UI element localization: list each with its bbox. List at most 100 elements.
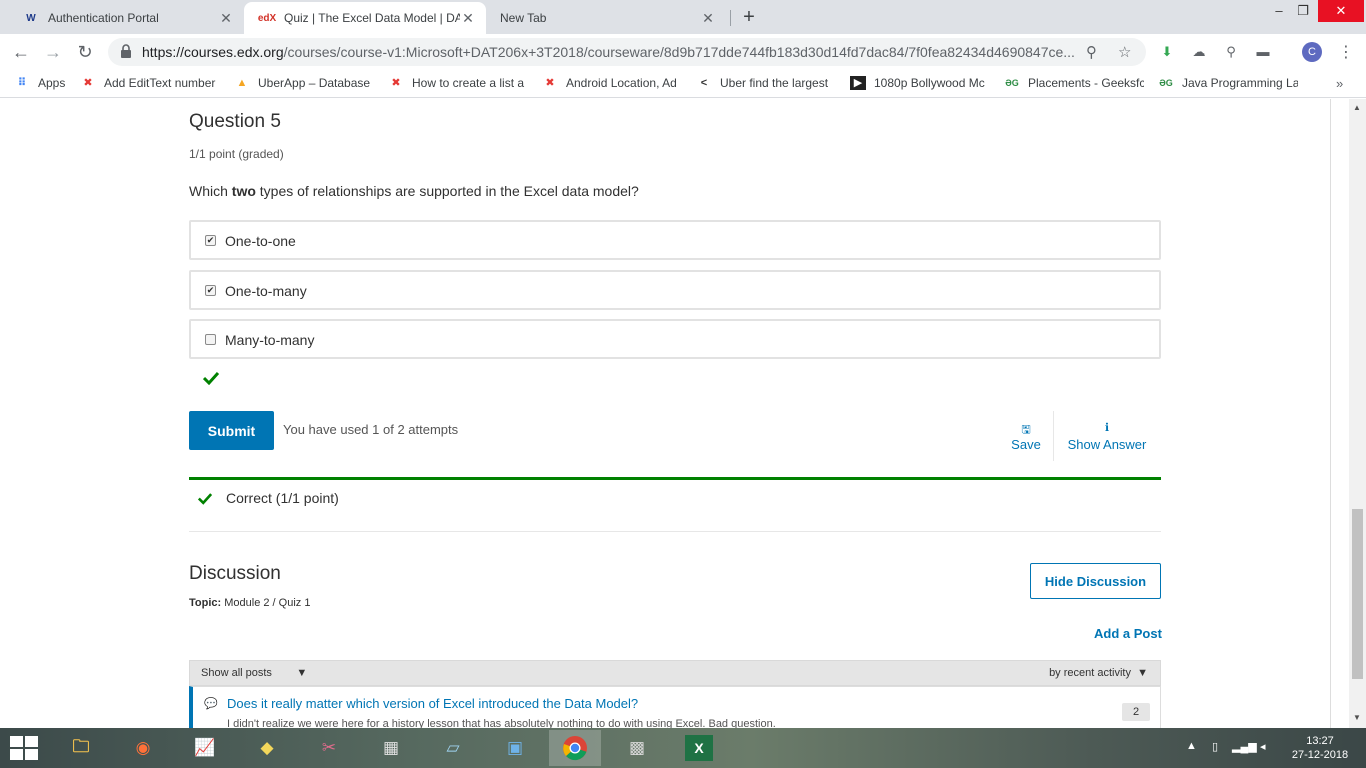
add-post-link[interactable]: Add a Post	[1094, 626, 1162, 641]
discussion-post[interactable]: 💬 Does it really matter which version of…	[189, 686, 1161, 728]
extension-download-icon[interactable]: ⬇	[1158, 43, 1176, 61]
address-bar[interactable]: https://courses.edx.org/courses/course-v…	[108, 38, 1146, 66]
control-panel-icon[interactable]: ▣	[489, 730, 541, 766]
calculator-icon[interactable]: ▦	[365, 730, 417, 766]
restore-icon[interactable]: ❐	[1286, 0, 1320, 22]
choice-one-to-many[interactable]: ✔ One-to-many	[189, 270, 1161, 310]
scroll-up-arrow-icon[interactable]: ▲	[1353, 103, 1361, 112]
notepad-icon[interactable]: ▱	[427, 730, 479, 766]
bookmark-label: Placements - Geeksfc	[1028, 76, 1144, 90]
close-tab-icon[interactable]: ✕	[218, 10, 234, 27]
action-divider	[1053, 411, 1054, 461]
battery-icon[interactable]: ▯	[1212, 740, 1218, 753]
save-button[interactable]: 🖫 Save	[1010, 421, 1042, 452]
bookmark-label: How to create a list a	[412, 76, 525, 90]
lock-icon	[121, 44, 131, 58]
discussion-bubble-icon: 💬	[204, 698, 218, 710]
signal-icon[interactable]: ▂▄▆	[1232, 740, 1257, 753]
tab-title: New Tab	[500, 11, 547, 25]
extension-box-icon[interactable]: ▬	[1254, 43, 1272, 61]
window-close-icon[interactable]: ✕	[1318, 0, 1364, 22]
back-arrow-icon[interactable]: ←	[8, 40, 34, 64]
post-preview: I didn't realize we were here for a hist…	[227, 718, 776, 728]
more-bookmarks-icon[interactable]: »	[1336, 76, 1343, 91]
browser-tab-strip: W Authentication Portal ✕ edX Quiz | The…	[0, 0, 1366, 34]
correct-checkmark-icon	[203, 371, 219, 385]
tab-quiz-excel[interactable]: edX Quiz | The Excel Data Model | DA ✕	[244, 2, 486, 34]
tab-new-tab[interactable]: New Tab ✕	[486, 2, 726, 34]
tab-authentication-portal[interactable]: W Authentication Portal ✕	[8, 2, 244, 34]
volume-icon[interactable]: ◂	[1260, 740, 1266, 753]
attempts-text: You have used 1 of 2 attempts	[283, 422, 459, 437]
bookmark-item[interactable]: ƏG Java Programming La	[1158, 76, 1298, 90]
extension-cloud-icon[interactable]: ☁	[1190, 43, 1208, 61]
bookmark-item[interactable]: ✖ Add EditText number	[80, 76, 220, 90]
choice-label: One-to-one	[225, 233, 296, 249]
bookmark-label: 1080p Bollywood Mc	[874, 76, 985, 90]
floppy-save-icon: 🖫	[1021, 424, 1031, 436]
page-scrollbar[interactable]: ▲ ▼	[1349, 99, 1366, 728]
file-explorer-icon[interactable]: 🗀	[55, 730, 107, 766]
system-clock[interactable]: 13:27 27-12-2018	[1288, 734, 1352, 762]
choice-many-to-many[interactable]: Many-to-many	[189, 319, 1161, 359]
submit-button[interactable]: Submit	[189, 411, 274, 450]
wall-app-icon[interactable]: ▩	[611, 730, 663, 766]
bookmark-apps[interactable]: ⠿ Apps	[14, 76, 66, 90]
bookmark-label: Uber find the largest	[720, 76, 829, 90]
post-title[interactable]: Does it really matter which version of E…	[227, 696, 638, 711]
snipping-tool-icon[interactable]: ✂	[303, 730, 355, 766]
bookmark-item[interactable]: ƏG Placements - Geeksfc	[1004, 76, 1144, 90]
firefox-icon[interactable]: ◉	[117, 730, 169, 766]
firebase-icon: ▲	[236, 77, 248, 89]
discussion-title: Discussion	[189, 563, 281, 584]
choice-label: Many-to-many	[225, 332, 315, 348]
bookmark-item[interactable]: ✖ How to create a list a	[388, 76, 528, 90]
edx-favicon-icon: edX	[257, 12, 277, 24]
checkbox-checked-icon[interactable]: ✔	[205, 235, 216, 246]
url-path: /courses/course-v1:Microsoft+DAT206x+3T2…	[283, 44, 1075, 60]
sort-dropdown[interactable]: by recent activity ▼	[1049, 667, 1148, 679]
close-tab-icon[interactable]: ✕	[460, 10, 476, 27]
show-answer-label: Show Answer	[1067, 437, 1147, 452]
reload-icon[interactable]: ↻	[72, 40, 98, 64]
sticky-notes-icon[interactable]: ◆	[241, 730, 293, 766]
code-icon: <	[700, 77, 708, 89]
save-label: Save	[1011, 437, 1041, 452]
scroll-down-arrow-icon[interactable]: ▼	[1353, 713, 1361, 722]
bookmark-item[interactable]: ▲ UberApp – Database	[234, 76, 374, 90]
extension-search-icon[interactable]: ⚲	[1222, 43, 1240, 61]
zoom-search-icon[interactable]: ⚲	[1086, 43, 1097, 61]
close-tab-icon[interactable]: ✕	[700, 10, 716, 27]
tab-title: Quiz | The Excel Data Model | DA	[284, 11, 460, 25]
bookmark-item[interactable]: ▶ 1080p Bollywood Mc	[850, 76, 990, 90]
apps-grid-icon: ⠿	[17, 77, 27, 89]
scrollbar-thumb[interactable]	[1352, 509, 1363, 679]
result-notification: Correct (1/1 point)	[189, 490, 1161, 514]
dropdown-arrow-icon: ▼	[296, 667, 308, 679]
choice-one-to-one[interactable]: ✔ One-to-one	[189, 220, 1161, 260]
excel-icon[interactable]: X	[673, 730, 725, 766]
checkbox-checked-icon[interactable]: ✔	[205, 285, 216, 296]
chrome-icon[interactable]	[549, 730, 601, 766]
discussion-topic: Topic: Module 2 / Quiz 1	[189, 597, 310, 609]
section-divider	[189, 531, 1161, 532]
forward-arrow-icon[interactable]: →	[40, 40, 66, 64]
bookmark-star-icon[interactable]: ☆	[1118, 43, 1131, 61]
clock-time: 13:27	[1306, 735, 1334, 747]
hide-discussion-button[interactable]: Hide Discussion	[1030, 563, 1161, 599]
new-tab-plus-icon[interactable]: +	[738, 5, 760, 29]
windows-start-icon[interactable]	[10, 736, 38, 760]
question-text-emphasis: two	[231, 183, 256, 199]
profile-avatar[interactable]: C	[1302, 42, 1322, 62]
menu-kebab-icon[interactable]: ⋮	[1338, 42, 1354, 62]
checkbox-unchecked-icon[interactable]	[205, 334, 216, 345]
performance-monitor-icon[interactable]: 📈	[179, 730, 231, 766]
bookmark-item[interactable]: ✖ Android Location, Ad	[542, 76, 682, 90]
bookmark-item[interactable]: < Uber find the largest	[696, 76, 836, 90]
show-answer-button[interactable]: ℹ Show Answer	[1064, 421, 1150, 452]
filter-label: Show all posts	[201, 667, 272, 679]
show-hidden-icons-icon[interactable]: ▲	[1186, 740, 1197, 752]
bookmark-label: Java Programming La	[1182, 76, 1298, 90]
x-logo-icon: ✖	[545, 77, 555, 89]
show-all-posts-dropdown[interactable]: Show all posts ▼	[201, 667, 307, 679]
